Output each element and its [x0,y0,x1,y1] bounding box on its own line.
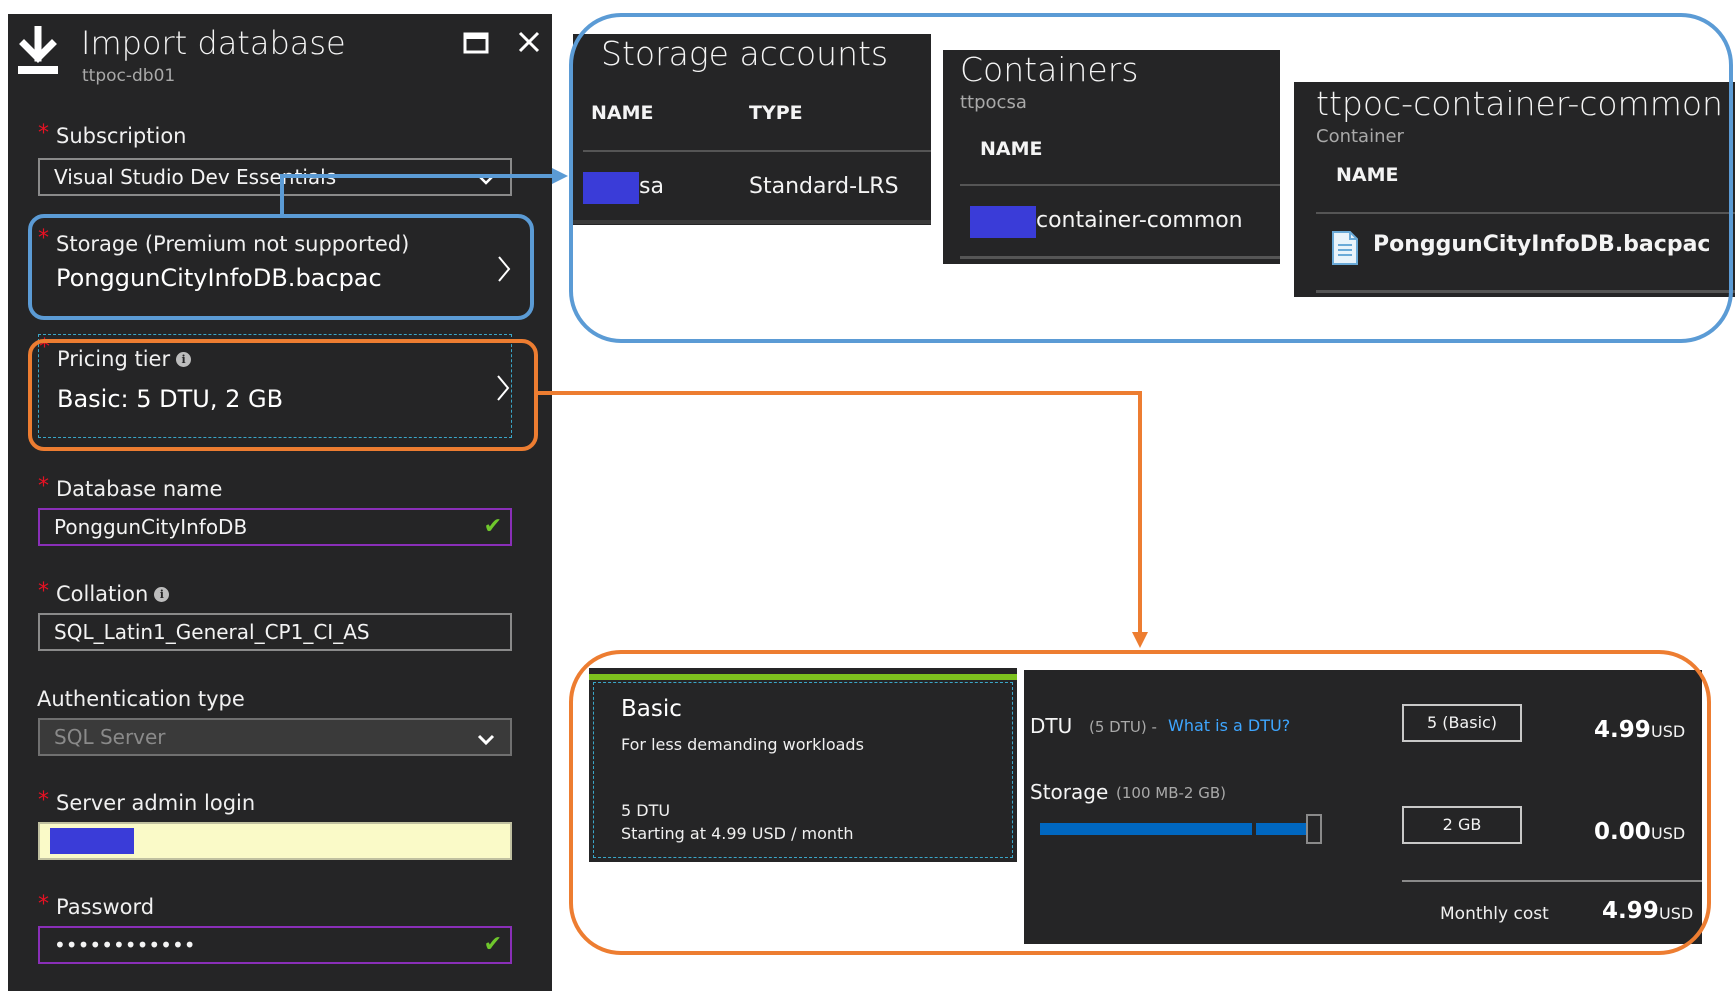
callout-connectors [280,168,1148,648]
storage-arrowhead [552,168,568,184]
pricing-arrowhead [1132,632,1148,648]
storage-connector [280,174,556,214]
pricing-connector [538,391,1142,634]
